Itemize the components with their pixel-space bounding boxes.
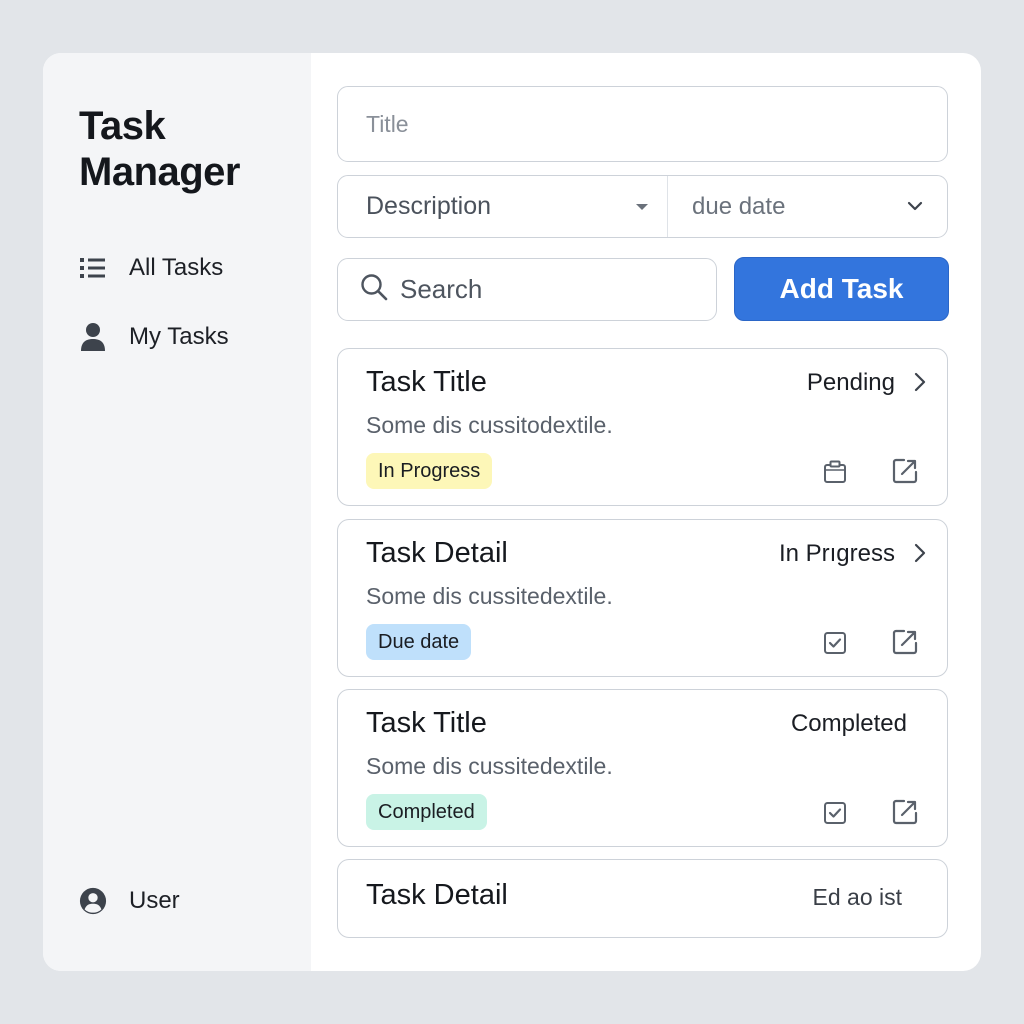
due-date-select[interactable]: due date bbox=[668, 176, 947, 237]
app-window: Task Manager All Tasks My Tasks User Tit… bbox=[43, 53, 981, 971]
status-badge: Completed bbox=[366, 794, 487, 830]
task-title: Task Detail bbox=[366, 537, 508, 569]
user-menu[interactable]: User bbox=[79, 883, 180, 919]
chevron-right-icon[interactable] bbox=[911, 371, 929, 393]
list-icon bbox=[79, 254, 107, 282]
task-card[interactable]: Task Title Pending Some dis cussitodexti… bbox=[337, 348, 948, 506]
search-input[interactable]: Search bbox=[337, 258, 717, 321]
app-title-line1: Task bbox=[79, 104, 166, 148]
due-date-label: due date bbox=[692, 192, 786, 220]
edit-icon[interactable] bbox=[891, 457, 919, 485]
checkbox-icon[interactable] bbox=[821, 629, 849, 657]
task-card[interactable]: Task Title Completed Some dis cussitedex… bbox=[337, 689, 948, 847]
description-label: Description bbox=[366, 192, 492, 220]
task-status: Ed ao ist bbox=[812, 884, 903, 910]
task-title: Task Detail bbox=[366, 879, 508, 911]
status-badge: In Progress bbox=[366, 453, 493, 489]
task-title: Task Title bbox=[366, 366, 487, 398]
description-select[interactable]: Description bbox=[338, 176, 668, 237]
task-status: In Prıgress bbox=[778, 540, 895, 567]
caret-down-icon bbox=[635, 198, 649, 216]
clipboard-icon[interactable] bbox=[821, 458, 849, 486]
user-label: User bbox=[129, 887, 180, 914]
person-icon bbox=[79, 323, 107, 351]
main-panel: Title Description due date Search Add Ta… bbox=[311, 53, 981, 971]
status-badge: Due date bbox=[366, 624, 472, 660]
task-card[interactable]: Task Detail In Prıgress Some dis cussite… bbox=[337, 519, 948, 677]
search-placeholder: Search bbox=[400, 274, 483, 304]
edit-icon[interactable] bbox=[891, 628, 919, 656]
task-description: Some dis cussitedextile. bbox=[366, 753, 613, 779]
task-card[interactable]: Task Detail Ed ao ist bbox=[337, 859, 948, 938]
chevron-down-icon bbox=[907, 198, 923, 216]
task-status: Pending bbox=[806, 369, 895, 396]
add-task-button[interactable]: Add Task bbox=[734, 257, 949, 321]
app-title: Task Manager bbox=[79, 103, 241, 195]
checkbox-icon[interactable] bbox=[821, 799, 849, 827]
edit-icon[interactable] bbox=[891, 798, 919, 826]
title-placeholder: Title bbox=[366, 110, 409, 137]
task-description: Some dis cussitodextile. bbox=[366, 412, 613, 438]
title-input[interactable]: Title bbox=[337, 86, 948, 162]
description-due-date-row: Description due date bbox=[337, 175, 948, 238]
sidebar-item-label: My Tasks bbox=[129, 323, 229, 350]
sidebar-item-all-tasks[interactable]: All Tasks bbox=[79, 250, 223, 286]
search-icon bbox=[360, 273, 388, 306]
sidebar-item-my-tasks[interactable]: My Tasks bbox=[79, 319, 229, 355]
task-status: Completed bbox=[790, 710, 907, 737]
user-avatar-icon bbox=[79, 887, 107, 915]
chevron-right-icon[interactable] bbox=[911, 542, 929, 564]
task-description: Some dis cussitedextile. bbox=[366, 583, 613, 609]
task-title: Task Title bbox=[366, 707, 487, 739]
sidebar: Task Manager All Tasks My Tasks User bbox=[43, 53, 311, 971]
sidebar-item-label: All Tasks bbox=[129, 254, 224, 281]
app-title-line2: Manager bbox=[79, 150, 241, 194]
